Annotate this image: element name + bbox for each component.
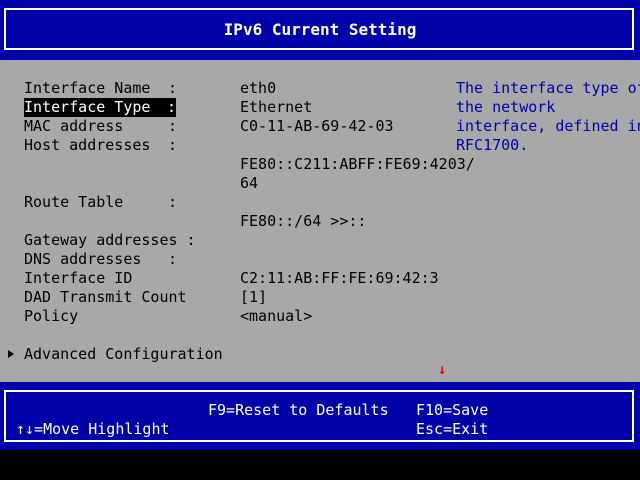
help-text-line-2: the network bbox=[456, 98, 556, 116]
mac-address-value: C0-11-AB-69-42-03 bbox=[240, 117, 394, 135]
key-help-bar: F9=Reset to Defaults F10=Save ↑↓=Move Hi… bbox=[0, 382, 640, 450]
policy-label[interactable]: Policy bbox=[24, 307, 78, 326]
host-addresses-colon: : bbox=[168, 136, 178, 154]
interface-name-colon: : bbox=[168, 79, 178, 97]
move-highlight-key: ↑↓=Move Highlight bbox=[16, 420, 170, 438]
interface-type-value: Ethernet bbox=[240, 98, 313, 116]
host-addresses-label[interactable]: Host addresses bbox=[24, 136, 150, 155]
bios-screen: IPv6 Current Setting Interface Name : et… bbox=[0, 0, 640, 480]
title-bar: IPv6 Current Setting bbox=[0, 0, 640, 60]
host-address-value-line1: FE80::C211:ABFF:FE69:4203/ bbox=[240, 155, 475, 173]
exit-key[interactable]: Esc=Exit bbox=[416, 420, 488, 439]
interface-name-label[interactable]: Interface Name bbox=[24, 79, 150, 98]
mac-address-colon: : bbox=[168, 117, 178, 135]
dad-transmit-count-value[interactable]: [1] bbox=[240, 288, 267, 307]
help-text-line-3: interface, defined in bbox=[456, 117, 640, 135]
dns-addresses-label[interactable]: DNS addresses bbox=[24, 250, 141, 269]
settings-panel: Interface Name : eth0 Interface Type : E… bbox=[0, 60, 640, 382]
gateway-addresses-label[interactable]: Gateway addresses : bbox=[24, 231, 196, 250]
policy-value[interactable]: <manual> bbox=[240, 307, 312, 326]
reset-defaults-key[interactable]: F9=Reset to Defaults bbox=[208, 401, 389, 420]
interface-type-colon: : bbox=[152, 98, 176, 117]
dad-transmit-count-label[interactable]: DAD Transmit Count bbox=[24, 288, 187, 307]
save-key[interactable]: F10=Save bbox=[416, 401, 488, 420]
route-table-value: FE80::/64 >>:: bbox=[240, 212, 367, 230]
route-table-colon: : bbox=[168, 193, 178, 211]
help-text-line-4: RFC1700. bbox=[456, 136, 529, 154]
interface-id-value: C2:11:AB:FF:FE:69:42:3 bbox=[240, 269, 439, 287]
host-address-value-line2: 64 bbox=[240, 174, 259, 192]
page-title: IPv6 Current Setting bbox=[223, 20, 417, 39]
interface-id-label[interactable]: Interface ID bbox=[24, 269, 132, 288]
advanced-configuration-label: Advanced Configuration bbox=[24, 345, 223, 363]
dns-addresses-colon: : bbox=[168, 250, 178, 268]
submenu-arrow-icon bbox=[8, 350, 14, 358]
mac-address-label[interactable]: MAC address bbox=[24, 117, 123, 136]
advanced-configuration-item[interactable]: Advanced Configuration bbox=[0, 345, 223, 364]
help-text-line-1: The interface type of bbox=[456, 79, 640, 97]
interface-name-value: eth0 bbox=[240, 79, 277, 97]
scroll-down-indicator-icon: ↓ bbox=[438, 362, 447, 378]
route-table-label[interactable]: Route Table bbox=[24, 193, 123, 212]
